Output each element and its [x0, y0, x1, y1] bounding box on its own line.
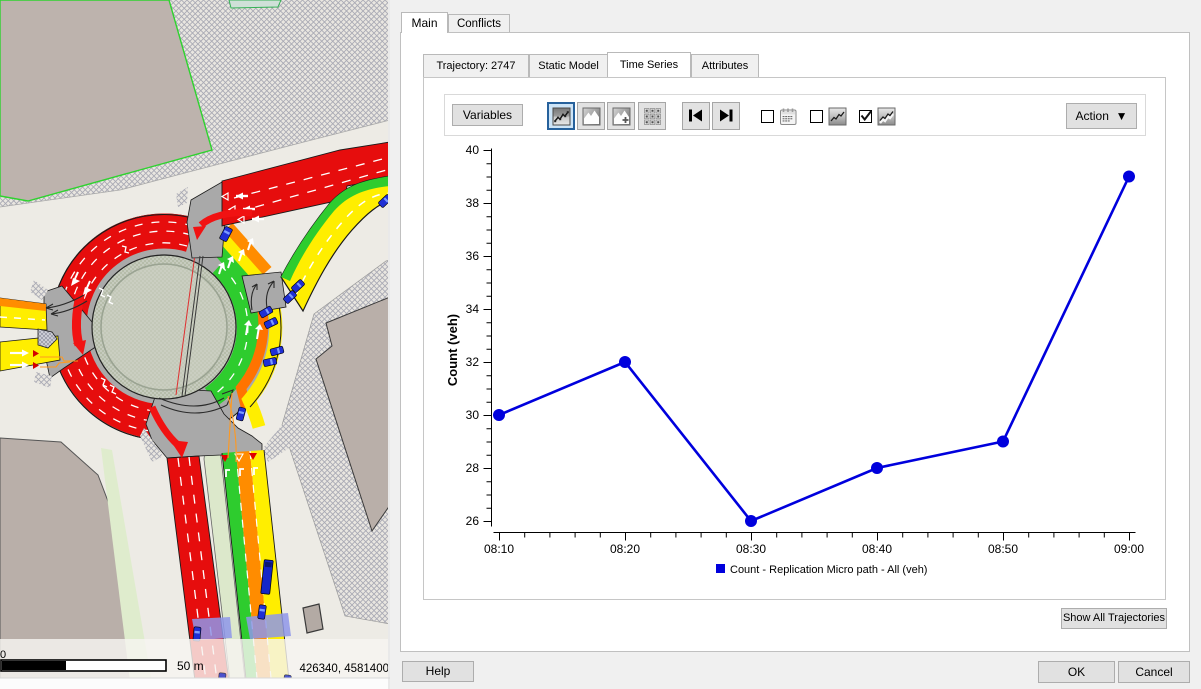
svg-text:26: 26: [466, 514, 480, 528]
svg-text:34: 34: [466, 302, 480, 316]
svg-text:30: 30: [466, 408, 480, 422]
svg-text:Count (veh): Count (veh): [445, 314, 460, 386]
svg-text:50 m: 50 m: [177, 659, 204, 673]
svg-text:36: 36: [466, 249, 480, 263]
svg-text:08:40: 08:40: [862, 542, 892, 556]
svg-text:08:10: 08:10: [484, 542, 514, 556]
svg-text:08:20: 08:20: [610, 542, 640, 556]
svg-text:Count - Replication Micro path: Count - Replication Micro path - All (ve…: [730, 564, 927, 576]
svg-text:32: 32: [466, 355, 480, 369]
svg-text:28: 28: [466, 461, 480, 475]
svg-text:09:00: 09:00: [1114, 542, 1144, 556]
svg-text:08:30: 08:30: [736, 542, 766, 556]
svg-text:426340, 4581400: 426340, 4581400: [299, 663, 389, 675]
svg-text:08:50: 08:50: [988, 542, 1018, 556]
svg-text:0: 0: [0, 649, 6, 661]
svg-text:38: 38: [466, 196, 480, 210]
svg-text:40: 40: [466, 143, 480, 157]
